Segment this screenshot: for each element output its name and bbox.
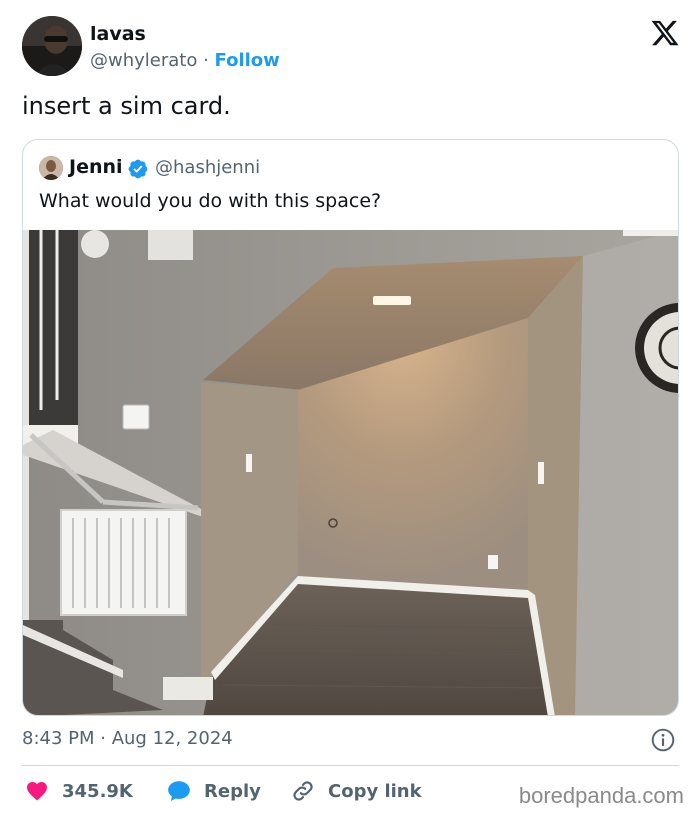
timestamp-date: Aug 12, 2024 <box>111 728 233 749</box>
author-name[interactable]: lavas <box>90 23 146 45</box>
quoted-name[interactable]: Jenni <box>69 156 123 178</box>
follow-button[interactable]: Follow <box>215 50 280 71</box>
timestamp-time: 8:43 PM <box>22 728 95 749</box>
verified-badge-icon <box>127 158 149 180</box>
alcove-photo-illustration <box>23 230 678 715</box>
author-handle[interactable]: @whylerato <box>90 50 197 71</box>
author-avatar[interactable] <box>22 16 82 76</box>
divider <box>22 765 679 766</box>
copy-link-button[interactable]: Copy link <box>290 776 422 806</box>
author-handle-line: @whylerato · Follow <box>90 50 280 71</box>
quoted-photo[interactable] <box>23 230 678 715</box>
quoted-handle[interactable]: @hashjenni <box>155 157 260 178</box>
watermark: boredpanda.com <box>518 783 684 808</box>
info-icon[interactable] <box>650 727 676 753</box>
handle-separator: · <box>197 50 215 71</box>
tweet-header: lavas @whylerato · Follow <box>22 16 682 78</box>
tweet-text: insert a sim card. <box>22 92 231 120</box>
like-button[interactable]: 345.9K <box>24 776 133 806</box>
copy-link-label: Copy link <box>328 780 422 802</box>
tweet-timestamp[interactable]: 8:43 PM · Aug 12, 2024 <box>22 728 233 749</box>
quoted-tweet-card[interactable]: Jenni @hashjenni What would you do with … <box>22 139 679 716</box>
heart-icon <box>27 782 47 801</box>
quoted-avatar[interactable] <box>39 156 63 180</box>
quoted-text: What would you do with this space? <box>39 190 382 212</box>
reply-label: Reply <box>204 780 261 802</box>
timestamp-separator: · <box>94 728 112 749</box>
reply-bubble-icon <box>168 781 190 801</box>
reply-button[interactable]: Reply <box>166 776 261 806</box>
like-count: 345.9K <box>62 780 133 802</box>
link-icon <box>293 781 313 801</box>
x-logo-icon[interactable] <box>650 18 680 48</box>
